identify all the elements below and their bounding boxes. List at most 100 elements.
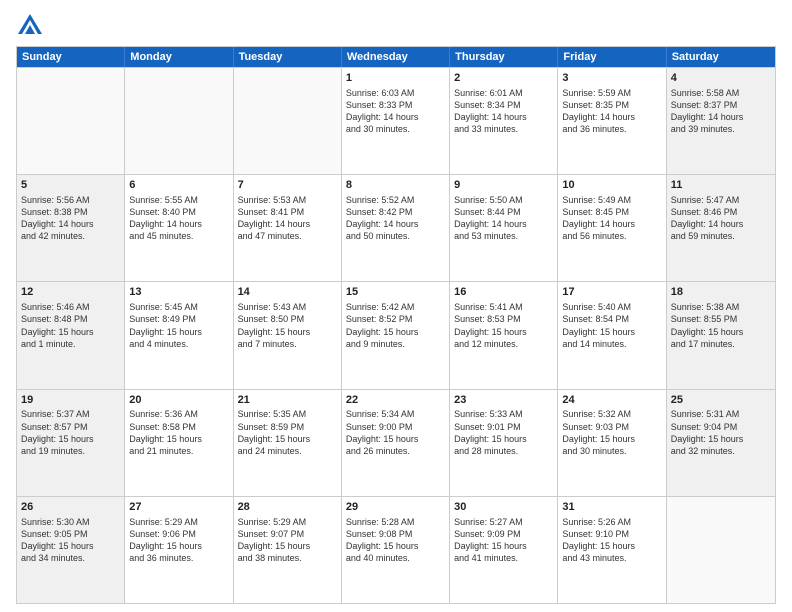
day-info: Sunrise: 5:52 AM Sunset: 8:42 PM Dayligh…: [346, 194, 445, 243]
day-info: Sunrise: 5:38 AM Sunset: 8:55 PM Dayligh…: [671, 301, 771, 350]
calendar-day-cell: 2Sunrise: 6:01 AM Sunset: 8:34 PM Daylig…: [450, 68, 558, 174]
day-info: Sunrise: 5:45 AM Sunset: 8:49 PM Dayligh…: [129, 301, 228, 350]
day-info: Sunrise: 5:42 AM Sunset: 8:52 PM Dayligh…: [346, 301, 445, 350]
day-info: Sunrise: 5:53 AM Sunset: 8:41 PM Dayligh…: [238, 194, 337, 243]
day-number: 11: [671, 178, 771, 193]
day-info: Sunrise: 5:30 AM Sunset: 9:05 PM Dayligh…: [21, 516, 120, 565]
calendar-day-cell: 28Sunrise: 5:29 AM Sunset: 9:07 PM Dayli…: [234, 497, 342, 603]
calendar-week-4: 19Sunrise: 5:37 AM Sunset: 8:57 PM Dayli…: [17, 389, 775, 496]
calendar-day-cell: 29Sunrise: 5:28 AM Sunset: 9:08 PM Dayli…: [342, 497, 450, 603]
day-number: 18: [671, 285, 771, 300]
day-number: 27: [129, 500, 228, 515]
calendar-day-cell: 23Sunrise: 5:33 AM Sunset: 9:01 PM Dayli…: [450, 390, 558, 496]
day-info: Sunrise: 6:03 AM Sunset: 8:33 PM Dayligh…: [346, 87, 445, 136]
weekday-header-tuesday: Tuesday: [234, 47, 342, 67]
logo-icon: [16, 12, 44, 40]
calendar-day-cell: [667, 497, 775, 603]
day-number: 8: [346, 178, 445, 193]
calendar-day-cell: 9Sunrise: 5:50 AM Sunset: 8:44 PM Daylig…: [450, 175, 558, 281]
day-number: 1: [346, 71, 445, 86]
calendar-day-cell: 21Sunrise: 5:35 AM Sunset: 8:59 PM Dayli…: [234, 390, 342, 496]
weekday-header-wednesday: Wednesday: [342, 47, 450, 67]
calendar-day-cell: 26Sunrise: 5:30 AM Sunset: 9:05 PM Dayli…: [17, 497, 125, 603]
page-header: [16, 12, 776, 40]
calendar-body: 1Sunrise: 6:03 AM Sunset: 8:33 PM Daylig…: [17, 67, 775, 603]
calendar-day-cell: 12Sunrise: 5:46 AM Sunset: 8:48 PM Dayli…: [17, 282, 125, 388]
day-info: Sunrise: 5:41 AM Sunset: 8:53 PM Dayligh…: [454, 301, 553, 350]
calendar-day-cell: 11Sunrise: 5:47 AM Sunset: 8:46 PM Dayli…: [667, 175, 775, 281]
day-info: Sunrise: 5:46 AM Sunset: 8:48 PM Dayligh…: [21, 301, 120, 350]
day-info: Sunrise: 6:01 AM Sunset: 8:34 PM Dayligh…: [454, 87, 553, 136]
day-info: Sunrise: 5:27 AM Sunset: 9:09 PM Dayligh…: [454, 516, 553, 565]
calendar-day-cell: [17, 68, 125, 174]
calendar-grid: SundayMondayTuesdayWednesdayThursdayFrid…: [16, 46, 776, 604]
day-number: 9: [454, 178, 553, 193]
day-info: Sunrise: 5:37 AM Sunset: 8:57 PM Dayligh…: [21, 408, 120, 457]
day-number: 6: [129, 178, 228, 193]
day-info: Sunrise: 5:59 AM Sunset: 8:35 PM Dayligh…: [562, 87, 661, 136]
day-info: Sunrise: 5:28 AM Sunset: 9:08 PM Dayligh…: [346, 516, 445, 565]
calendar-week-2: 5Sunrise: 5:56 AM Sunset: 8:38 PM Daylig…: [17, 174, 775, 281]
weekday-header-friday: Friday: [558, 47, 666, 67]
day-info: Sunrise: 5:29 AM Sunset: 9:06 PM Dayligh…: [129, 516, 228, 565]
calendar-day-cell: 18Sunrise: 5:38 AM Sunset: 8:55 PM Dayli…: [667, 282, 775, 388]
calendar-day-cell: 19Sunrise: 5:37 AM Sunset: 8:57 PM Dayli…: [17, 390, 125, 496]
calendar-week-1: 1Sunrise: 6:03 AM Sunset: 8:33 PM Daylig…: [17, 67, 775, 174]
calendar-day-cell: 7Sunrise: 5:53 AM Sunset: 8:41 PM Daylig…: [234, 175, 342, 281]
calendar-day-cell: 5Sunrise: 5:56 AM Sunset: 8:38 PM Daylig…: [17, 175, 125, 281]
calendar-day-cell: 1Sunrise: 6:03 AM Sunset: 8:33 PM Daylig…: [342, 68, 450, 174]
calendar-day-cell: 3Sunrise: 5:59 AM Sunset: 8:35 PM Daylig…: [558, 68, 666, 174]
day-number: 5: [21, 178, 120, 193]
calendar-day-cell: 17Sunrise: 5:40 AM Sunset: 8:54 PM Dayli…: [558, 282, 666, 388]
day-info: Sunrise: 5:43 AM Sunset: 8:50 PM Dayligh…: [238, 301, 337, 350]
calendar-day-cell: 27Sunrise: 5:29 AM Sunset: 9:06 PM Dayli…: [125, 497, 233, 603]
day-number: 4: [671, 71, 771, 86]
day-number: 7: [238, 178, 337, 193]
day-info: Sunrise: 5:26 AM Sunset: 9:10 PM Dayligh…: [562, 516, 661, 565]
day-info: Sunrise: 5:58 AM Sunset: 8:37 PM Dayligh…: [671, 87, 771, 136]
calendar-day-cell: 8Sunrise: 5:52 AM Sunset: 8:42 PM Daylig…: [342, 175, 450, 281]
calendar-day-cell: 22Sunrise: 5:34 AM Sunset: 9:00 PM Dayli…: [342, 390, 450, 496]
day-number: 17: [562, 285, 661, 300]
day-number: 15: [346, 285, 445, 300]
day-number: 29: [346, 500, 445, 515]
calendar-header-row: SundayMondayTuesdayWednesdayThursdayFrid…: [17, 47, 775, 67]
day-number: 2: [454, 71, 553, 86]
calendar-day-cell: 10Sunrise: 5:49 AM Sunset: 8:45 PM Dayli…: [558, 175, 666, 281]
day-number: 21: [238, 393, 337, 408]
day-info: Sunrise: 5:36 AM Sunset: 8:58 PM Dayligh…: [129, 408, 228, 457]
day-info: Sunrise: 5:55 AM Sunset: 8:40 PM Dayligh…: [129, 194, 228, 243]
day-number: 14: [238, 285, 337, 300]
day-number: 3: [562, 71, 661, 86]
calendar-day-cell: 15Sunrise: 5:42 AM Sunset: 8:52 PM Dayli…: [342, 282, 450, 388]
day-number: 16: [454, 285, 553, 300]
day-info: Sunrise: 5:33 AM Sunset: 9:01 PM Dayligh…: [454, 408, 553, 457]
calendar-day-cell: 16Sunrise: 5:41 AM Sunset: 8:53 PM Dayli…: [450, 282, 558, 388]
day-number: 30: [454, 500, 553, 515]
day-number: 31: [562, 500, 661, 515]
calendar-day-cell: [234, 68, 342, 174]
day-number: 22: [346, 393, 445, 408]
weekday-header-monday: Monday: [125, 47, 233, 67]
day-number: 12: [21, 285, 120, 300]
day-number: 19: [21, 393, 120, 408]
day-info: Sunrise: 5:35 AM Sunset: 8:59 PM Dayligh…: [238, 408, 337, 457]
calendar-day-cell: 24Sunrise: 5:32 AM Sunset: 9:03 PM Dayli…: [558, 390, 666, 496]
calendar-day-cell: 13Sunrise: 5:45 AM Sunset: 8:49 PM Dayli…: [125, 282, 233, 388]
day-number: 28: [238, 500, 337, 515]
calendar-day-cell: 31Sunrise: 5:26 AM Sunset: 9:10 PM Dayli…: [558, 497, 666, 603]
day-info: Sunrise: 5:31 AM Sunset: 9:04 PM Dayligh…: [671, 408, 771, 457]
day-number: 26: [21, 500, 120, 515]
day-number: 23: [454, 393, 553, 408]
weekday-header-saturday: Saturday: [667, 47, 775, 67]
day-number: 13: [129, 285, 228, 300]
calendar-week-5: 26Sunrise: 5:30 AM Sunset: 9:05 PM Dayli…: [17, 496, 775, 603]
day-info: Sunrise: 5:47 AM Sunset: 8:46 PM Dayligh…: [671, 194, 771, 243]
calendar-day-cell: 14Sunrise: 5:43 AM Sunset: 8:50 PM Dayli…: [234, 282, 342, 388]
day-info: Sunrise: 5:29 AM Sunset: 9:07 PM Dayligh…: [238, 516, 337, 565]
weekday-header-thursday: Thursday: [450, 47, 558, 67]
day-info: Sunrise: 5:40 AM Sunset: 8:54 PM Dayligh…: [562, 301, 661, 350]
day-info: Sunrise: 5:32 AM Sunset: 9:03 PM Dayligh…: [562, 408, 661, 457]
day-info: Sunrise: 5:50 AM Sunset: 8:44 PM Dayligh…: [454, 194, 553, 243]
calendar-day-cell: [125, 68, 233, 174]
